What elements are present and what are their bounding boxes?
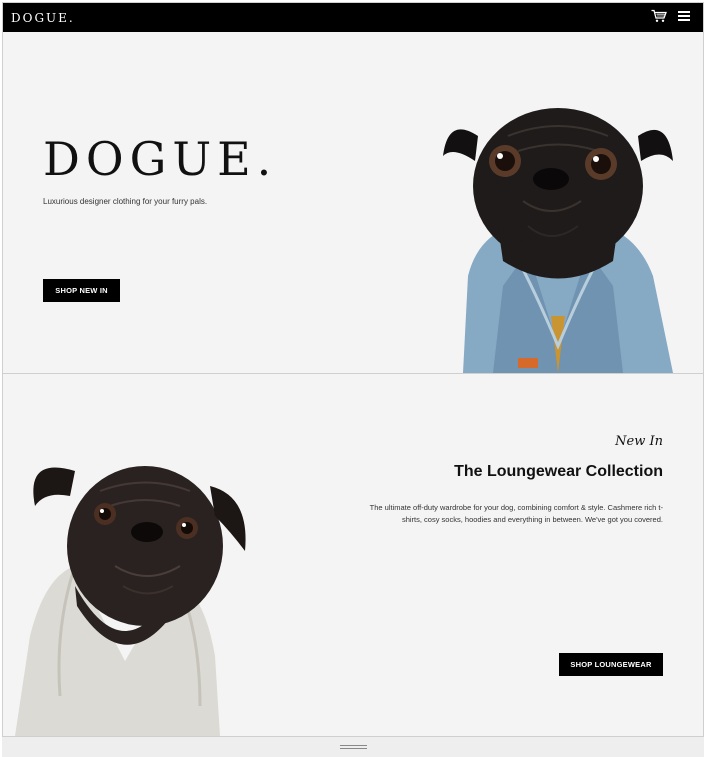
- hero-section: DOGUE. Luxurious designer clothing for y…: [3, 32, 703, 373]
- top-navbar: DOGUE.: [3, 3, 703, 32]
- resize-handle[interactable]: [340, 745, 367, 751]
- shop-new-in-button[interactable]: SHOP NEW IN: [43, 279, 120, 302]
- cart-icon[interactable]: [651, 9, 667, 23]
- new-in-label: New In: [615, 434, 663, 449]
- hero-title: DOGUE.: [43, 132, 278, 186]
- shop-loungewear-button[interactable]: SHOP LOUNGEWEAR: [559, 653, 663, 676]
- hero-tagline: Luxurious designer clothing for your fur…: [43, 197, 208, 206]
- menu-icon[interactable]: [677, 9, 691, 23]
- loungewear-section: New In The Loungewear Collection The ult…: [3, 374, 703, 736]
- pug-denim-jacket-image: [443, 108, 673, 373]
- brand-logo[interactable]: DOGUE.: [11, 11, 75, 25]
- collection-title: The Loungewear Collection: [454, 463, 663, 480]
- collection-description: The ultimate off-duty wardrobe for your …: [369, 503, 663, 524]
- pug-hoodie-image: [15, 466, 246, 736]
- page-frame: DOGUE. DOGUE. Luxurious designer clothin…: [2, 2, 704, 737]
